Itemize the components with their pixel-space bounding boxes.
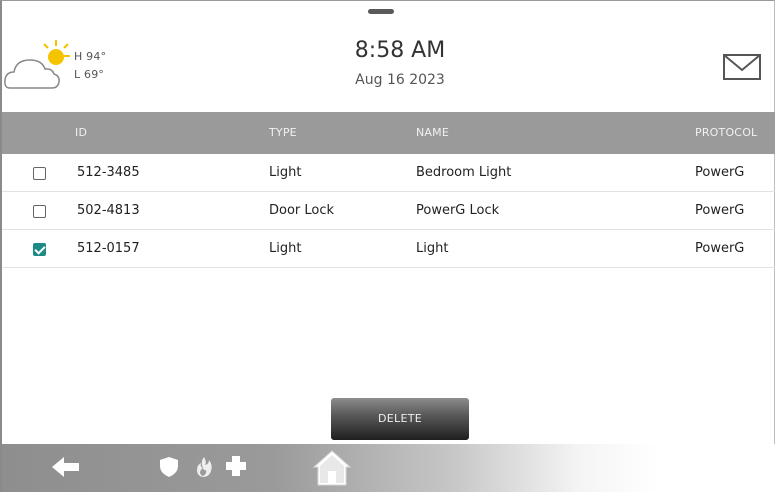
clock-date: Aug 16 2023 <box>355 72 445 88</box>
fire-icon[interactable] <box>195 456 213 482</box>
medical-plus-icon[interactable] <box>225 455 247 481</box>
back-arrow-icon[interactable] <box>52 456 80 482</box>
bottom-nav-bar <box>2 444 775 492</box>
cell-name: Light <box>416 241 449 256</box>
cell-protocol: PowerG <box>695 203 745 218</box>
table-row[interactable]: 502-4813 Door Lock PowerG Lock PowerG <box>2 192 775 230</box>
cell-id: 502-4813 <box>77 203 140 218</box>
column-header-id: ID <box>75 126 88 139</box>
pull-down-handle[interactable] <box>368 9 394 14</box>
cell-id: 512-0157 <box>77 241 140 256</box>
clock-time: 8:58 AM <box>354 38 446 63</box>
column-header-protocol: PROTOCOL <box>695 126 758 139</box>
table-row[interactable]: 512-0157 Light Light PowerG <box>2 230 775 268</box>
row-checkbox-checked[interactable] <box>33 243 46 256</box>
cell-name: PowerG Lock <box>416 203 500 218</box>
row-checkbox[interactable] <box>33 167 46 180</box>
envelope-icon <box>723 54 761 80</box>
column-header-name: NAME <box>416 126 449 139</box>
cell-type: Door Lock <box>269 203 335 218</box>
column-header-type: TYPE <box>269 126 297 139</box>
row-checkbox[interactable] <box>33 205 46 218</box>
temperature-high: H 94° <box>74 50 107 63</box>
delete-button[interactable]: DELETE <box>331 398 469 440</box>
cell-type: Light <box>269 241 302 256</box>
home-icon[interactable] <box>312 449 352 491</box>
cell-type: Light <box>269 165 302 180</box>
partly-sunny-icon <box>4 40 70 89</box>
mail-button[interactable] <box>722 52 762 82</box>
table-row[interactable]: 512-3485 Light Bedroom Light PowerG <box>2 154 775 192</box>
table-header: ID TYPE NAME PROTOCOL <box>2 112 775 154</box>
cell-name: Bedroom Light <box>416 165 512 180</box>
cell-protocol: PowerG <box>695 165 745 180</box>
weather-widget[interactable] <box>4 36 74 96</box>
cell-id: 512-3485 <box>77 165 140 180</box>
temperature-low: L 69° <box>74 68 105 81</box>
cell-protocol: PowerG <box>695 241 745 256</box>
shield-icon[interactable] <box>159 456 179 482</box>
